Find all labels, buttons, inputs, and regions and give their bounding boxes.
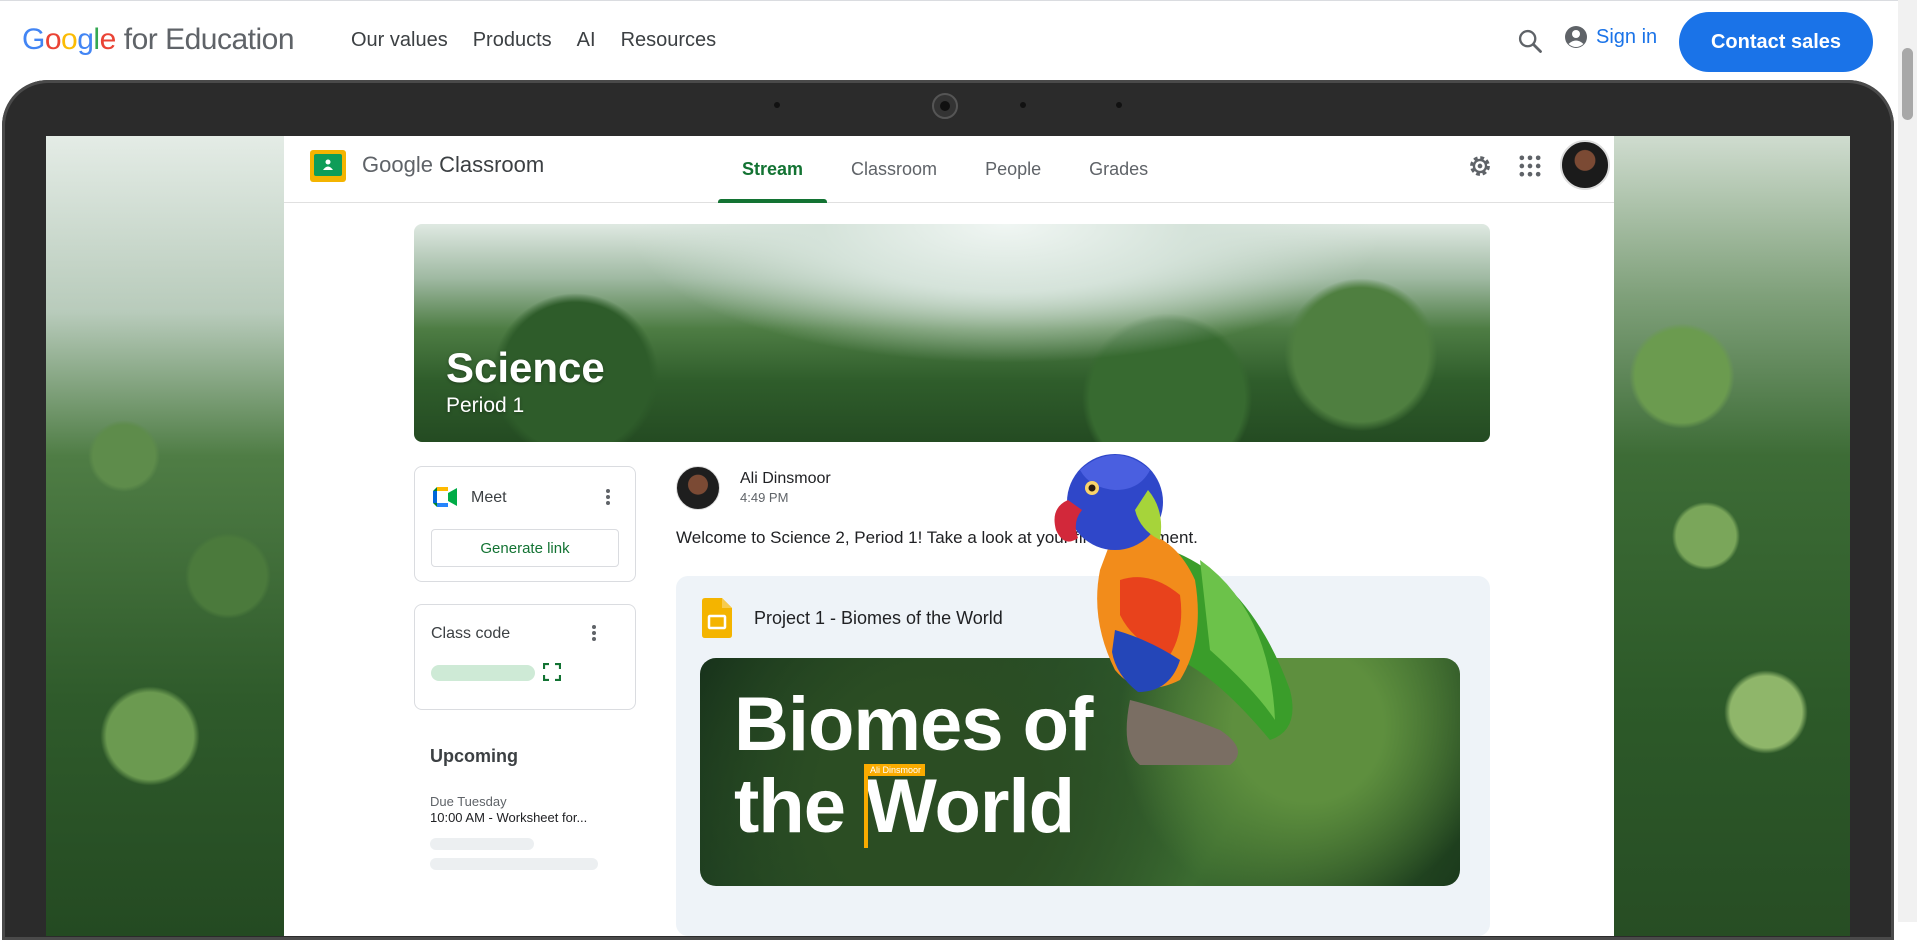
upcoming-due: Due Tuesday xyxy=(430,794,507,809)
nav-resources[interactable]: Resources xyxy=(621,29,717,52)
webcam xyxy=(932,93,958,119)
classroom-title-google: Google xyxy=(362,152,433,177)
slides-icon xyxy=(702,598,732,638)
logo-letter: g xyxy=(77,23,94,56)
logo-letter: o xyxy=(61,23,78,56)
class-code-placeholder xyxy=(431,665,535,681)
sign-in-link[interactable]: Sign in xyxy=(1564,25,1657,49)
classroom-title-product: Classroom xyxy=(439,152,545,177)
gear-icon[interactable] xyxy=(1466,152,1494,180)
google-for-education-logo[interactable]: Google for Education xyxy=(22,23,295,57)
classroom-app-bar: Google Classroom Stream Classroom People… xyxy=(284,136,1614,203)
skeleton-line xyxy=(430,858,598,870)
parrot-image xyxy=(1054,454,1293,765)
nav-ai[interactable]: AI xyxy=(577,29,596,52)
upcoming-section: Upcoming Due Tuesday 10:00 AM - Workshee… xyxy=(430,746,598,870)
class-code-label: Class code xyxy=(431,625,511,642)
more-vert-icon[interactable] xyxy=(591,623,597,645)
nav-products[interactable]: Products xyxy=(473,29,552,52)
upcoming-title: Upcoming xyxy=(430,746,518,766)
logo-suffix: for Education xyxy=(123,23,295,56)
class-code-card: Class code xyxy=(414,604,636,710)
scrollbar-thumb[interactable] xyxy=(1902,48,1913,120)
main-nav: Our values Products AI Resources xyxy=(351,29,741,52)
meet-label: Meet xyxy=(471,489,507,506)
class-banner: Science Period 1 xyxy=(414,224,1490,442)
collaborator-cursor xyxy=(864,764,868,848)
fullscreen-icon[interactable] xyxy=(543,663,561,681)
logo-letter: e xyxy=(99,23,117,56)
post-author: Ali Dinsmoor xyxy=(740,470,831,487)
post-author-avatar xyxy=(676,466,720,510)
post-time: 4:49 PM xyxy=(740,490,789,505)
sign-in-label: Sign in xyxy=(1596,25,1658,48)
laptop-screen: Google Classroom Stream Classroom People… xyxy=(46,136,1850,936)
tab-classroom[interactable]: Classroom xyxy=(827,136,961,202)
classroom-title: Google Classroom xyxy=(362,152,544,178)
logo-letter: o xyxy=(44,23,62,56)
meet-card: Meet Generate link xyxy=(414,466,636,582)
forest-background-left xyxy=(46,136,306,936)
logo-letter: G xyxy=(22,23,45,56)
forest-background-right xyxy=(1610,136,1850,936)
classroom-app: Google Classroom Stream Classroom People… xyxy=(284,136,1614,936)
upcoming-item[interactable]: 10:00 AM - Worksheet for... xyxy=(430,810,587,825)
collaborator-cursor-label: Ali Dinsmoor xyxy=(866,764,926,776)
contact-sales-button[interactable]: Contact sales xyxy=(1679,12,1873,72)
tab-people[interactable]: People xyxy=(961,136,1065,202)
apps-grid-icon[interactable] xyxy=(1516,152,1544,180)
skeleton-line xyxy=(430,838,534,850)
account-circle-icon xyxy=(1565,26,1587,48)
class-name: Science xyxy=(446,344,605,391)
sensor-dot xyxy=(1116,102,1122,108)
more-vert-icon[interactable] xyxy=(605,487,611,509)
site-header: Google for Education Our values Products … xyxy=(0,0,1898,80)
google-wordmark: Google xyxy=(22,23,116,56)
search-icon[interactable] xyxy=(1516,27,1544,55)
nav-our-values[interactable]: Our values xyxy=(351,29,448,52)
tab-stream[interactable]: Stream xyxy=(718,136,828,203)
attachment-title: Project 1 - Biomes of the World xyxy=(754,608,1003,628)
classroom-tabs: Stream Classroom People Grades xyxy=(718,136,1172,203)
page-scrollbar[interactable] xyxy=(1898,0,1917,922)
class-section: Period 1 xyxy=(446,394,525,417)
laptop-frame: Google Classroom Stream Classroom People… xyxy=(2,80,1894,940)
generate-link-button[interactable]: Generate link xyxy=(431,529,619,567)
sensor-dot xyxy=(1020,102,1026,108)
user-avatar[interactable] xyxy=(1560,140,1610,190)
tab-grades[interactable]: Grades xyxy=(1065,136,1172,202)
classroom-logo-icon xyxy=(310,150,346,182)
sensor-dot xyxy=(774,102,780,108)
meet-icon xyxy=(433,487,457,507)
